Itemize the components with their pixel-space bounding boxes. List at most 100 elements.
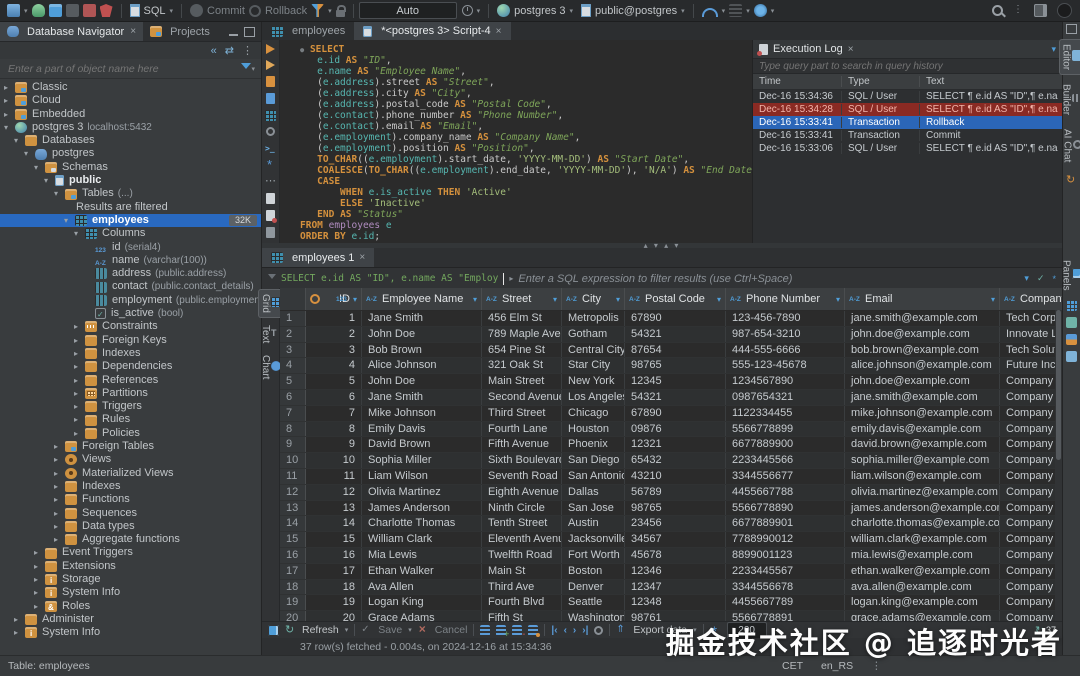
execution-log-tab[interactable]: Execution Log × ▾ (753, 40, 1062, 59)
grid-cell[interactable]: Fifth Avenue (482, 437, 562, 452)
close-icon[interactable]: × (496, 26, 502, 37)
grid-cell[interactable]: Fifth St (482, 611, 562, 621)
grid-cell[interactable]: 12346 (625, 564, 726, 579)
grid-cell[interactable]: 45678 (625, 548, 726, 563)
grid-cell[interactable]: Main St (482, 564, 562, 579)
grid-cell[interactable]: david.brown@example.com (845, 437, 1000, 452)
next-row-icon[interactable]: › (573, 625, 576, 636)
rollback-button[interactable]: Rollback (265, 5, 307, 17)
sort-icon[interactable] (480, 625, 490, 636)
grid-cell[interactable]: Company E (1000, 437, 1062, 452)
expand-icon[interactable]: ▸ (54, 533, 65, 546)
grid-cell[interactable]: Grace Adams (362, 611, 482, 621)
grid-cell[interactable]: 67890 (625, 406, 726, 421)
grid-cell[interactable]: 12 (306, 485, 362, 500)
row-header[interactable]: 13 (280, 501, 306, 516)
column-header-street[interactable]: Street▾ (482, 288, 562, 310)
refresh-connection-icon[interactable] (32, 4, 45, 17)
grid-cell[interactable]: 3344556678 (726, 580, 845, 595)
grid-cell[interactable]: 11 (306, 469, 362, 484)
grid-cell[interactable]: 1122334455 (726, 406, 845, 421)
log-column-text[interactable]: Text (919, 76, 1062, 87)
grid-cell[interactable]: 1 (306, 311, 362, 326)
grid-cell[interactable]: Phoenix (562, 437, 625, 452)
value-panel-icon[interactable] (1066, 334, 1077, 345)
grid-cell[interactable]: Company M (1000, 564, 1062, 579)
grid-cell[interactable]: Eleventh Avenue (482, 532, 562, 547)
filter-icon[interactable] (241, 63, 251, 74)
tree-item-id[interactable]: id(serial4) (0, 241, 261, 254)
grid-cell[interactable]: Company I (1000, 501, 1062, 516)
row-header[interactable]: 7 (280, 406, 306, 421)
tree-item-views[interactable]: ▸Views (0, 453, 261, 466)
grid-cell[interactable]: 8 (306, 422, 362, 437)
grid-cell[interactable]: Washington (562, 611, 625, 621)
grid-cell[interactable]: 6 (306, 390, 362, 405)
sql-code-area[interactable]: ● SELECT e.id AS "ID", e.name AS "Employ… (280, 40, 752, 248)
tree-item-system-info[interactable]: ▸System Info (0, 626, 261, 639)
dropdown-icon[interactable]: ▾ (771, 7, 775, 15)
column-drop-down-icon[interactable]: ▾ (991, 295, 995, 304)
grid-cell[interactable]: Company H (1000, 485, 1062, 500)
grid-cell[interactable]: John Doe (362, 327, 482, 342)
results-filter-bar[interactable]: SELECT e.id AS "ID", e.name AS "Employ ▸… (262, 268, 1062, 290)
grid-cell[interactable]: jane.smith@example.com (845, 311, 1000, 326)
column-header-phone-number[interactable]: Phone Number▾ (726, 288, 845, 310)
expand-icon[interactable]: ▸ (4, 94, 15, 107)
grid-cell[interactable]: Jane Smith (362, 390, 482, 405)
grid-cell[interactable]: 5 (306, 374, 362, 389)
references-panel-icon[interactable] (1066, 351, 1077, 362)
explain-plan-icon[interactable] (266, 93, 275, 104)
fetch-rows-icon[interactable] (729, 4, 742, 17)
grid-cell[interactable]: 10 (306, 453, 362, 468)
toggle-panel-icon[interactable] (268, 625, 279, 636)
grid-corner[interactable] (280, 288, 306, 310)
grid-cell[interactable]: 4455667788 (726, 485, 845, 500)
collapse-icon[interactable]: ▾ (34, 161, 45, 174)
tab-editor[interactable]: Editor (1060, 40, 1080, 74)
grid-cell[interactable]: jane.smith@example.com (845, 390, 1000, 405)
column-header-email[interactable]: Email▾ (845, 288, 1000, 310)
grid-cell[interactable]: 13 (306, 501, 362, 516)
dropdown-icon[interactable]: ▾ (251, 65, 255, 73)
tree-item-roles[interactable]: ▸Roles (0, 600, 261, 613)
grid-cell[interactable]: Central City (562, 343, 625, 358)
row-header[interactable]: 10 (280, 453, 306, 468)
grid-cell[interactable]: Company O (1000, 595, 1062, 610)
dropdown-icon[interactable]: ▾ (570, 7, 574, 15)
rollback-icon[interactable] (249, 5, 261, 17)
row-header[interactable]: 14 (280, 516, 306, 531)
refresh-icon[interactable] (285, 625, 296, 636)
link-with-editor-icon[interactable]: ⇄ (225, 44, 234, 57)
grid-cell[interactable]: 444-555-6666 (726, 343, 845, 358)
new-connection-icon[interactable] (7, 4, 20, 17)
expand-icon[interactable]: ▸ (14, 613, 25, 626)
grid-cell[interactable]: Ethan Walker (362, 564, 482, 579)
execute-script-icon[interactable] (266, 60, 275, 70)
grid-cell[interactable]: william.clark@example.com (845, 532, 1000, 547)
tree-item-administer[interactable]: ▸Administer (0, 613, 261, 626)
execute-statement-icon[interactable] (266, 44, 275, 54)
grid-cell[interactable]: Fourth Blvd (482, 595, 562, 610)
grid-cell[interactable]: 54321 (625, 390, 726, 405)
tree-item-constraints[interactable]: ▸Constraints (0, 320, 261, 333)
grid-cell[interactable]: 67890 (625, 311, 726, 326)
search-icon[interactable] (992, 5, 1003, 16)
grid-cell[interactable]: 14 (306, 516, 362, 531)
tree-item-employment[interactable]: employment(public.employment_ (0, 294, 261, 307)
expand-filter-icon[interactable]: ▸ (509, 274, 513, 283)
collapse-icon[interactable]: ▾ (14, 134, 25, 147)
tree-item-sequences[interactable]: ▸Sequences (0, 507, 261, 520)
column-header-id[interactable]: ID▾ (306, 288, 362, 310)
grid-cell[interactable]: Company N (1000, 580, 1062, 595)
grid-cell[interactable]: 09876 (625, 422, 726, 437)
expand-icon[interactable]: ▸ (34, 560, 45, 573)
column-drop-down-icon[interactable]: ▾ (836, 295, 840, 304)
grid-cell[interactable]: 2233445566 (726, 453, 845, 468)
grid-cell[interactable]: Second Avenue (482, 390, 562, 405)
grid-cell[interactable]: William Clark (362, 532, 482, 547)
column-drop-down-icon[interactable]: ▾ (553, 295, 557, 304)
grid-cell[interactable]: john.doe@example.com (845, 374, 1000, 389)
expand-icon[interactable]: ▸ (54, 467, 65, 480)
row-header[interactable]: 4 (280, 358, 306, 373)
